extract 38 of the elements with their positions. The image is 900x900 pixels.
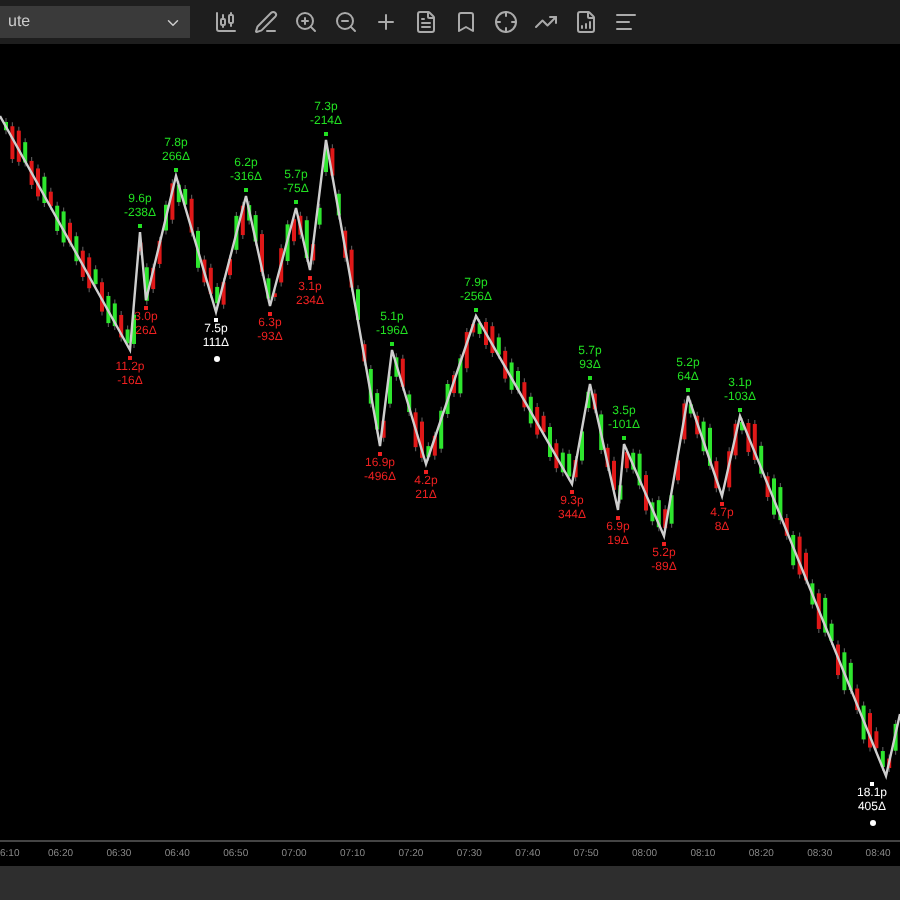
candlestick <box>676 455 680 485</box>
candlestick <box>317 203 322 230</box>
pivot-marker <box>324 132 328 136</box>
crosshair-icon[interactable] <box>494 10 518 34</box>
pencil-line-icon[interactable] <box>254 10 278 34</box>
pivot-marker <box>662 542 666 546</box>
instrument-dropdown[interactable]: ute <box>0 6 190 38</box>
document-icon[interactable] <box>414 10 438 34</box>
pivot-marker <box>686 388 690 392</box>
pivot-marker <box>390 342 394 346</box>
candlestick <box>336 189 341 220</box>
trend-line-icon[interactable] <box>534 10 558 34</box>
pivot-marker <box>138 224 142 228</box>
pivot-marker <box>570 490 574 494</box>
plus-icon[interactable] <box>374 10 398 34</box>
pivot-marker <box>474 308 478 312</box>
align-left-icon[interactable] <box>614 10 638 34</box>
pivot-marker <box>244 188 248 192</box>
candlestick-icon[interactable] <box>214 10 238 34</box>
report-icon[interactable] <box>574 10 598 34</box>
pivot-marker <box>268 312 272 316</box>
pivot-marker <box>424 470 428 474</box>
pivot-marker <box>738 408 742 412</box>
pivot-marker <box>870 782 874 786</box>
pivot-marker <box>720 502 724 506</box>
pivot-marker <box>214 318 218 322</box>
pivot-marker <box>144 306 148 310</box>
pivot-marker <box>128 356 132 360</box>
zoom-out-icon[interactable] <box>334 10 358 34</box>
pivot-marker <box>616 516 620 520</box>
pivot-marker <box>378 452 382 456</box>
bookmark-icon[interactable] <box>454 10 478 34</box>
pivot-marker <box>622 436 626 440</box>
pivot-marker <box>174 168 178 172</box>
pivot-marker <box>308 276 312 280</box>
pivot-marker <box>294 200 298 204</box>
pivot-marker <box>588 376 592 380</box>
zoom-in-icon[interactable] <box>294 10 318 34</box>
